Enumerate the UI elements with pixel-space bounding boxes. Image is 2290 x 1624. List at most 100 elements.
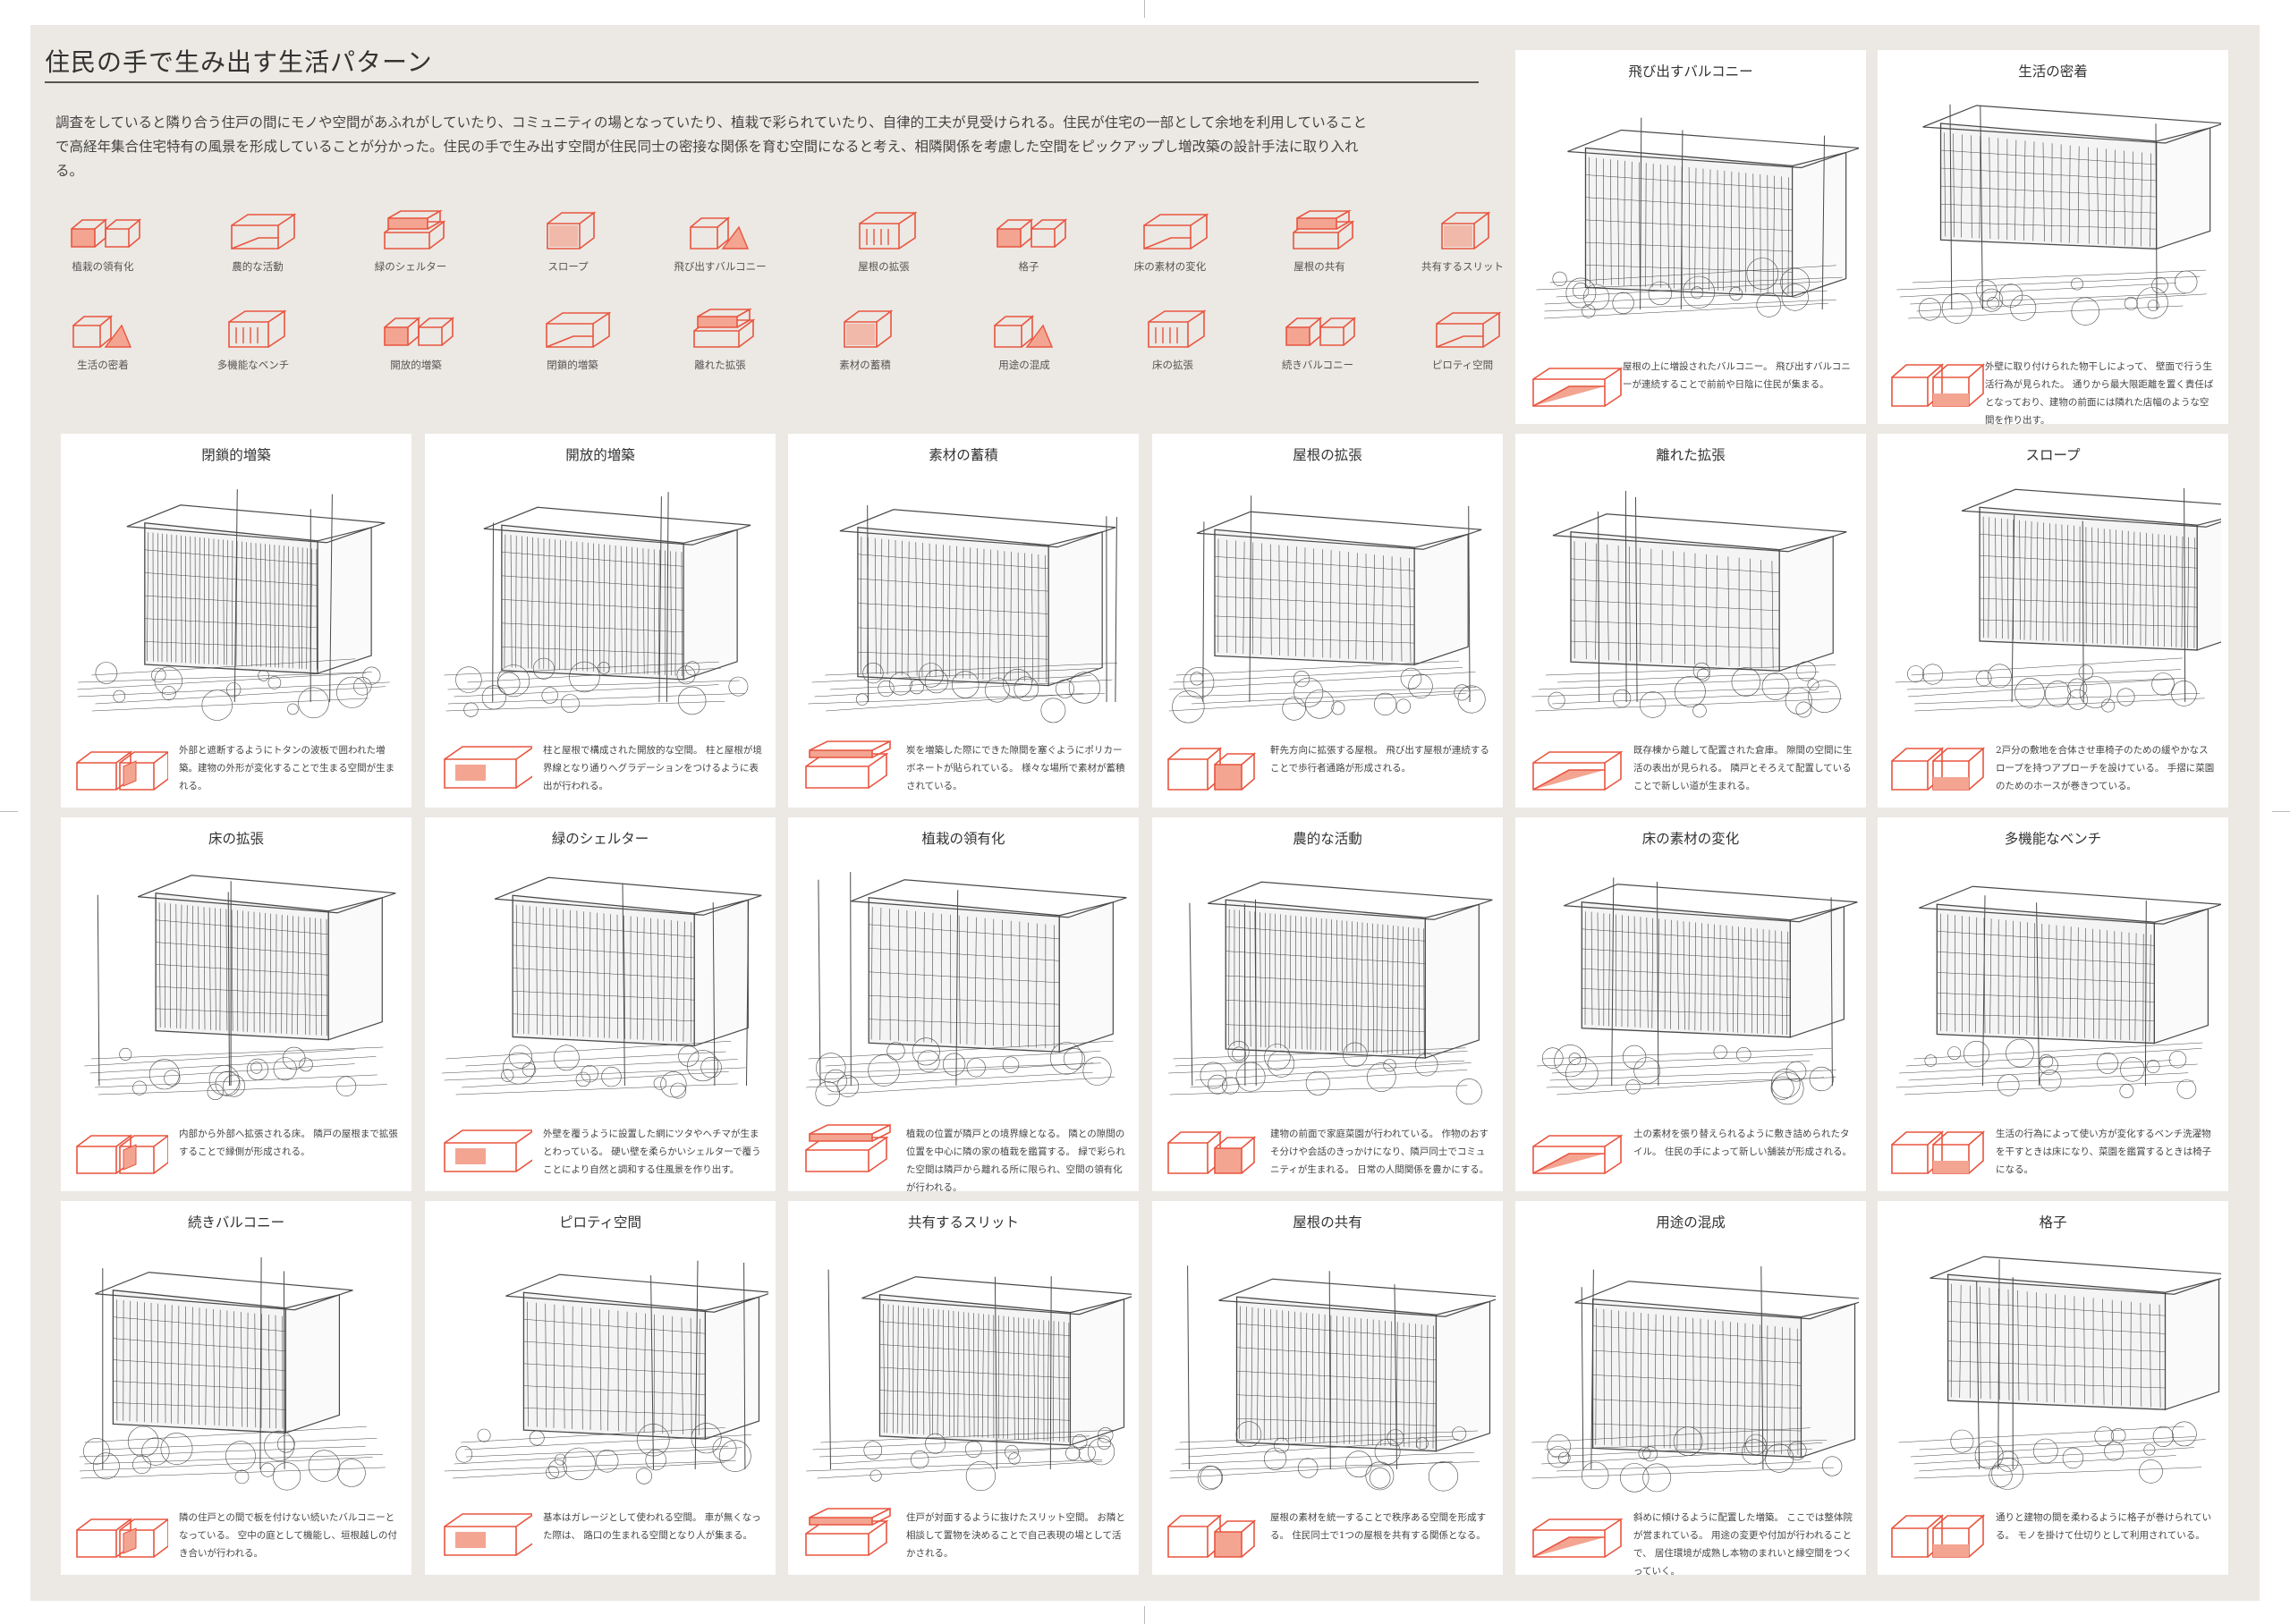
balcony-icon xyxy=(690,216,750,250)
legend-label: 続きバルコニー xyxy=(1281,359,1354,371)
card-sketch xyxy=(1522,853,1859,1134)
card-sketch xyxy=(1522,1237,1869,1518)
card-sketch xyxy=(68,1237,404,1518)
pattern-diagram-icon xyxy=(1891,1514,1986,1558)
sketch-card xyxy=(84,875,396,1101)
sketch-card xyxy=(1536,117,1860,319)
sketch-card xyxy=(444,1260,773,1484)
legend-label: 床の素材の変化 xyxy=(1133,260,1207,273)
legend-item: 生活の密着 xyxy=(54,304,152,385)
card-description: 斜めに傾けるように配置した増築。 ここでは整体院が営まれている。 用途の変更や付… xyxy=(1633,1512,1853,1577)
card-diagram xyxy=(70,738,171,797)
card-description: 2戸分の敷地を合体させ車椅子のための緩やかなスロープを持つアプローチを設けている… xyxy=(1996,745,2215,791)
sketch-card xyxy=(1898,1256,2233,1490)
pattern-diagram-icon xyxy=(805,1507,891,1556)
legend-item: 閉鎖的増築 xyxy=(523,304,622,385)
legend-label: 植栽の領有化 xyxy=(72,260,134,273)
card-description: 通りと建物の間を柔わるように格子が巻けられている。 モノを掛けて仕切りとして利用… xyxy=(1996,1512,2212,1541)
pattern-card: 植栽の領有化 植栽の位置が隣戸との境界線となる。 隣との隙間の位置を中心に隣の家… xyxy=(788,817,1139,1193)
card-title: 飛び出すバルコニー xyxy=(1628,63,1753,80)
pattern-diagram-icon xyxy=(444,1512,537,1556)
roof-icon xyxy=(859,211,918,250)
separate-box-icon xyxy=(693,308,756,348)
material-icon xyxy=(844,309,894,348)
pattern-card: 離れた拡張 既存棟から離して配置された倉庫。 隙間の空間に生活の表出が見られる。… xyxy=(1515,434,1866,808)
pattern-card: 格子 通りと建物の間を柔わるように格子が巻けられている。 モノを掛けて仕切りとし… xyxy=(1878,1201,2233,1575)
pattern-diagram-icon xyxy=(444,1129,537,1172)
pattern-card: 飛び出すバルコニー 屋根の上に増設されたバルコニー。 飛び出すバルコニーが連続す… xyxy=(1515,50,1866,424)
crop-mark xyxy=(0,811,18,812)
sketch-card xyxy=(1896,104,2224,326)
card-sketch xyxy=(1159,469,1496,750)
pattern-diagram-icon xyxy=(1532,750,1624,791)
card-description: 外部と遮断するようにトタンの波板で囲われた増築。建物の外形が変化することで生まる… xyxy=(179,745,395,791)
card-sketch xyxy=(795,853,1132,1134)
cont-balcony-icon xyxy=(1285,317,1356,346)
card-sketch xyxy=(1159,1237,1504,1518)
legend-label: 飛び出すバルコニー xyxy=(674,260,767,273)
sketch-card xyxy=(1895,487,2265,713)
card-diagram xyxy=(1524,1505,1624,1564)
pattern-card: 用途の混成 斜めに傾けるように配置した増築。 ここでは整体院が営まれている。 用… xyxy=(1515,1201,1869,1577)
legend-item: 共有するスリット xyxy=(1413,206,1512,286)
card-description: 内部から外部へ拡張される床。 隣戸の屋根まで拡張することで縁側が形成される。 xyxy=(179,1129,398,1157)
pattern-diagram-icon xyxy=(1167,1514,1257,1558)
pattern-card: 農的な活動 建物の前面で家庭菜園が行われている。 作物のおすそ分けや会話のきっか… xyxy=(1152,817,1503,1191)
sketch-card xyxy=(1168,881,1493,1105)
card-title: 開放的増築 xyxy=(565,447,635,463)
pattern-diagram-icon xyxy=(805,740,891,789)
sketch-card xyxy=(1536,877,1858,1105)
pattern-diagram-icon xyxy=(1532,1134,1624,1174)
lattice-icon xyxy=(997,218,1067,248)
pattern-diagram-icon xyxy=(76,1134,171,1174)
card-title: 多機能なベンチ xyxy=(2004,831,2102,847)
card-sketch xyxy=(432,853,768,1134)
pattern-card: 閉鎖的増築 外部と遮断するようにトタンの波板で囲われた増築。建物の外形が変化する… xyxy=(61,434,411,808)
legend-label: スロープ xyxy=(547,260,589,273)
slope-box-icon xyxy=(547,211,597,250)
card-diagram xyxy=(1524,354,1624,420)
legend-label: ピロティ空間 xyxy=(1431,359,1494,371)
card-diagram xyxy=(1887,1121,1986,1180)
card-diagram xyxy=(1161,738,1260,797)
sketch-card xyxy=(1896,885,2222,1099)
card-title: 屋根の共有 xyxy=(1293,1214,1362,1231)
crop-mark xyxy=(1144,0,1145,18)
card-diagram xyxy=(797,1505,895,1564)
pattern-diagram-icon xyxy=(1167,747,1257,791)
legend-item: 開放的増築 xyxy=(367,304,465,385)
twin-box-icon xyxy=(546,311,611,348)
card-diagram xyxy=(434,738,537,797)
pattern-diagram-icon xyxy=(444,745,537,789)
pattern-legend: 植栽の領有化 農的な活動 緑のシェルター スロープ 飛び出すバルコニー 屋根の拡… xyxy=(54,206,1504,393)
card-description: 生活の行為によって使い方が変化するベンチ洗濯物を干すときは床になり、菜園を鑑賞す… xyxy=(1996,1129,2212,1175)
title-rule xyxy=(45,81,1479,83)
sketch-card xyxy=(444,492,751,717)
legend-item: 多機能なベンチ xyxy=(204,304,302,385)
pattern-card: 床の素材の変化 土の素材を張り替えられるように敷き詰められたタイル。 住民の手に… xyxy=(1515,817,1866,1191)
card-description: 外壁に取り付けられた物干しによって、 壁面で行う生活行為が見られた。 通りから最… xyxy=(1985,361,2214,426)
card-description: 隣の住戸との間で板を付けない続いたバルコニーとなっている。 空中の庭として機能し… xyxy=(179,1512,397,1559)
pattern-diagram-icon xyxy=(1532,367,1624,407)
card-description: 土の素材を張り替えられるように敷き詰められたタイル。 住民の手によって新しい舗装… xyxy=(1633,1129,1852,1157)
card-diagram xyxy=(797,738,895,797)
legend-item: 素材の蓄積 xyxy=(816,304,914,385)
pattern-card: 緑のシェルター 外壁を覆うように設置した網にツタやヘチマが生まとわっている。 硬… xyxy=(425,817,776,1191)
card-sketch xyxy=(1885,1237,2233,1518)
card-description: 屋根の上に増設されたバルコニー。 飛び出すバルコニーが連続することで前前や日陰に… xyxy=(1623,361,1851,390)
pattern-card: 屋根の共有 屋根の素材を統一することで秩序ある空間を形成する。 住民同士で1つの… xyxy=(1152,1201,1504,1575)
card-description: 建物の前面で家庭菜園が行われている。 作物のおすそ分けや会話のきっかけになり、隣… xyxy=(1270,1129,1489,1175)
legend-label: 離れた拡張 xyxy=(694,359,746,371)
card-diagram xyxy=(1524,1121,1624,1180)
card-sketch xyxy=(795,469,1132,750)
card-sketch xyxy=(1885,853,2222,1134)
floor-ext-icon xyxy=(1148,309,1207,348)
card-description: 植栽の位置が隣戸との境界線となる。 隣との隙間の位置を中心に隣の家の植栽を鑑賞す… xyxy=(906,1129,1125,1193)
card-title: 農的な活動 xyxy=(1293,831,1362,847)
card-title: 生活の密着 xyxy=(2018,63,2088,80)
shared-roof-icon xyxy=(1293,209,1355,250)
legend-label: 素材の蓄積 xyxy=(839,359,891,371)
card-diagram xyxy=(1524,738,1624,797)
pattern-card: 開放的増築 柱と屋根で構成された開放的な空間。 柱と屋根が境界線となり通りへグラ… xyxy=(425,434,776,808)
legend-label: 閉鎖的増築 xyxy=(547,359,598,371)
